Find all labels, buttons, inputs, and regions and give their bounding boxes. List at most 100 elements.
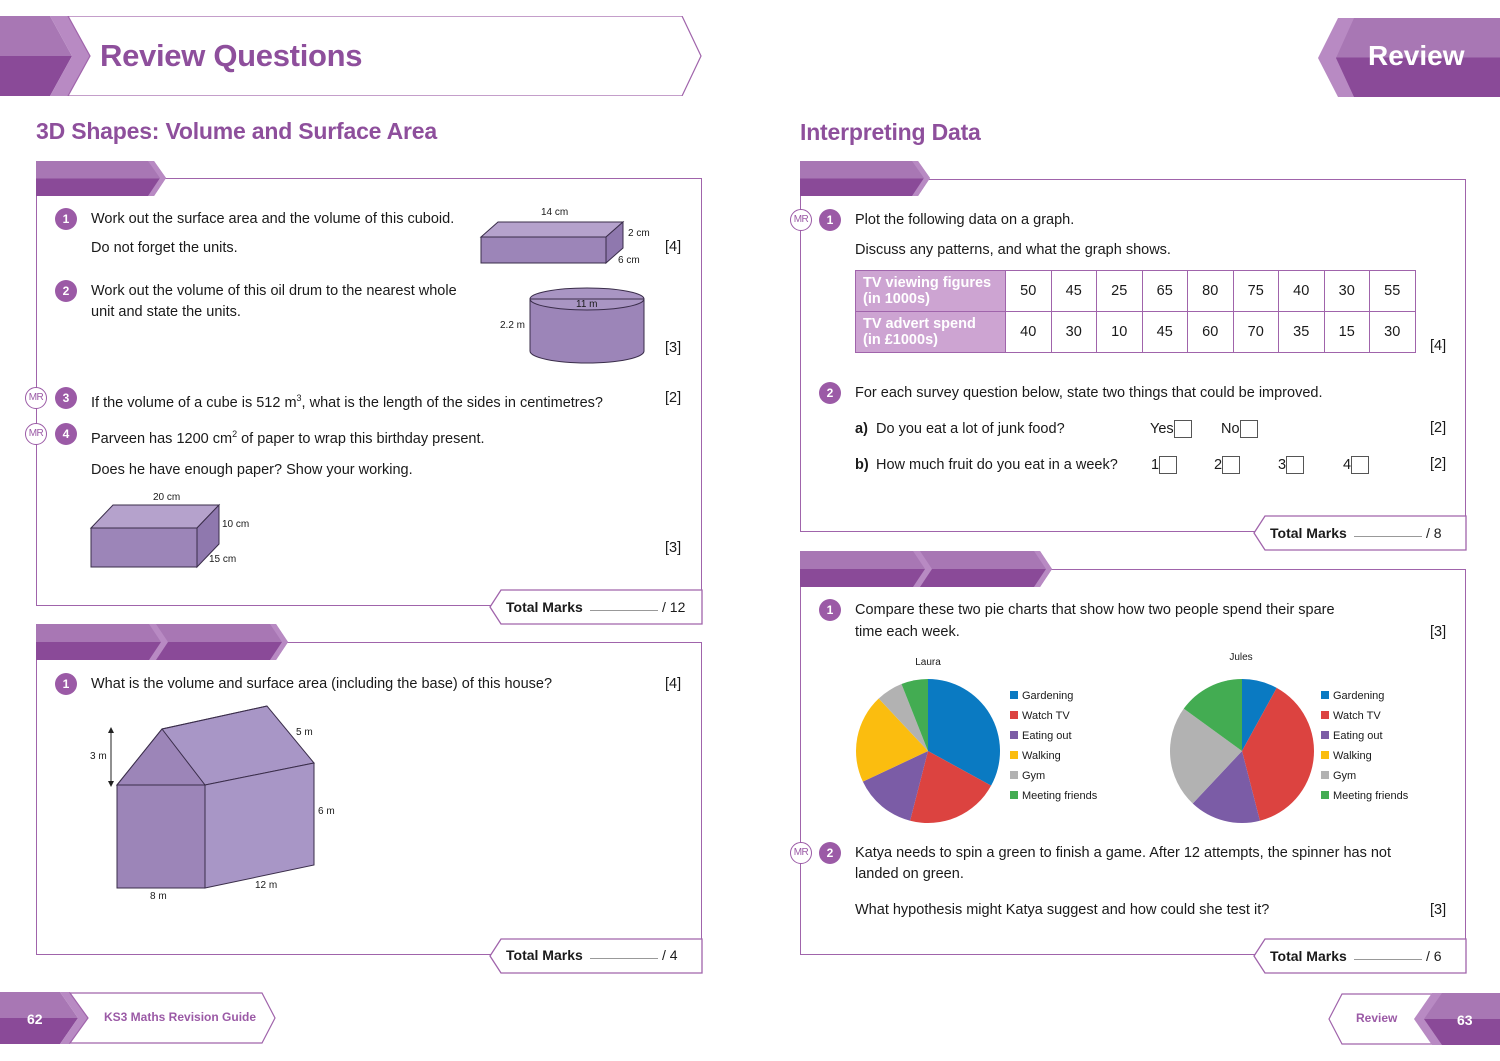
legend-item: Walking: [1321, 746, 1408, 766]
legend-label: Gym: [1333, 770, 1357, 782]
page-number: 63: [1457, 1012, 1473, 1028]
marks: [3]: [665, 540, 682, 556]
checkbox[interactable]: [1351, 456, 1370, 475]
total-marks-label: Total Marks: [1270, 525, 1347, 541]
legend-label: Watch TV: [1022, 710, 1070, 722]
question-text: For each survey question below, state tw…: [855, 385, 1323, 401]
legend-item: Gardening: [1010, 686, 1097, 706]
mr-badge: MR: [790, 842, 812, 864]
cuboid-figure: [479, 220, 625, 265]
legend-label: Gym: [1022, 770, 1046, 782]
total-marks-max: / 8: [1426, 525, 1442, 541]
legend-swatch: [1010, 791, 1018, 799]
footer-label: Review: [1356, 1011, 1398, 1025]
data-table: TV viewing figures (in 1000s) 50 45 25 65…: [855, 270, 1416, 353]
question-text: Compare these two pie charts that show h…: [855, 602, 1335, 618]
question-number: 4: [55, 423, 77, 445]
total-marks-label: Total Marks: [506, 599, 583, 615]
question-number: 1: [819, 599, 841, 621]
section-title-3d-shapes: 3D Shapes: Volume and Surface Area: [36, 118, 437, 144]
table-cell: 35: [1278, 311, 1325, 353]
pie-chart-laura: Laura Gardening Watch TV Eating out Walking…: [845, 650, 1125, 830]
option-label: 4: [1343, 457, 1352, 473]
checkbox-option: Yes: [1150, 419, 1192, 440]
legend-swatch: [1321, 771, 1329, 779]
legend: Gardening Watch TV Eating out Walking Gym Mee…: [1321, 686, 1408, 806]
table-row: TV viewing figures (in 1000s) 50 45 25 65…: [855, 270, 1416, 312]
book-title: KS3 Maths Revision Guide: [104, 1010, 257, 1024]
legend-label: Walking: [1022, 750, 1061, 762]
text: TV advert spend: [863, 316, 976, 332]
question-text: Work out the volume of this oil drum to …: [91, 283, 457, 299]
question-number: 1: [55, 673, 77, 695]
marks: [2]: [1430, 420, 1447, 436]
checkbox-option: 2: [1214, 455, 1241, 476]
total-marks-answer-line[interactable]: [1354, 959, 1422, 960]
total-marks-answer-line[interactable]: [590, 610, 658, 611]
option-label: 2: [1214, 457, 1223, 473]
marks: [3]: [1430, 902, 1447, 918]
table-cell: 40: [1278, 270, 1325, 312]
mr-badge: MR: [25, 423, 47, 445]
dimension-label: 15 cm: [209, 554, 237, 565]
legend-item: Watch TV: [1321, 706, 1408, 726]
total-marks-max: / 6: [1426, 948, 1442, 964]
text: If the volume of a cube is 512 m: [91, 394, 297, 411]
marks: [4]: [665, 239, 682, 255]
legend-swatch: [1010, 751, 1018, 759]
dimension-label: 6 cm: [618, 255, 640, 266]
legend-swatch: [1010, 771, 1018, 779]
question-number: 2: [819, 382, 841, 404]
legend-swatch: [1321, 731, 1329, 739]
total-marks-answer-line[interactable]: [590, 958, 658, 959]
checkbox[interactable]: [1159, 456, 1178, 475]
chart-title: Laura: [915, 657, 941, 668]
checkbox-option: 1: [1151, 455, 1178, 476]
legend: Gardening Watch TV Eating out Walking Gym Mee…: [1010, 686, 1097, 806]
legend-item: Gym: [1321, 766, 1408, 786]
checkbox[interactable]: [1222, 456, 1241, 475]
marks: [2]: [1430, 456, 1447, 472]
table-cell: 30: [1050, 311, 1097, 353]
question-text: unit and state the units.: [91, 304, 241, 320]
checkbox[interactable]: [1173, 420, 1192, 439]
row-header: TV viewing figures (in 1000s): [855, 270, 1006, 312]
legend-label: Walking: [1333, 750, 1372, 762]
question-text: Does he have enough paper? Show your wor…: [91, 462, 413, 478]
question-text: Work out the surface area and the volume…: [91, 211, 455, 227]
total-marks-answer-line[interactable]: [1354, 536, 1422, 537]
text: TV viewing figures: [863, 275, 992, 291]
legend-swatch: [1321, 751, 1329, 759]
option-label: No: [1221, 421, 1240, 437]
mr-badge: MR: [790, 209, 812, 231]
table-cell: 70: [1232, 311, 1279, 353]
footer-banner: [1328, 993, 1500, 1045]
checkbox[interactable]: [1239, 420, 1258, 439]
question-number: 3: [55, 387, 77, 409]
legend-label: Meeting friends: [1022, 790, 1098, 802]
option-label: 1: [1151, 457, 1160, 473]
legend-item: Meeting friends: [1010, 786, 1097, 806]
table-cell: 10: [1096, 311, 1143, 353]
question-number: 2: [819, 842, 841, 864]
total-marks-max: / 12: [662, 599, 686, 615]
dimension-label: 11 m: [576, 299, 598, 310]
cylinder-figure: [529, 287, 645, 364]
table-cell: 30: [1323, 270, 1370, 312]
dimension-label: 5 m: [296, 727, 313, 738]
table-cell: 50: [1005, 270, 1052, 312]
pie-svg: [856, 679, 1000, 823]
legend-item: Walking: [1010, 746, 1097, 766]
legend-item: Watch TV: [1010, 706, 1097, 726]
page-title: Review Questions: [100, 38, 363, 73]
legend-item: Eating out: [1010, 726, 1097, 746]
legend-label: Watch TV: [1333, 710, 1381, 722]
row-header: TV advert spend (in £1000s): [855, 311, 1006, 353]
checkbox[interactable]: [1286, 456, 1305, 475]
legend-swatch: [1010, 691, 1018, 699]
table-cell: 15: [1323, 311, 1370, 353]
dimension-label: 2 cm: [628, 228, 650, 239]
option-label: Yes: [1150, 421, 1174, 437]
section-tab: [800, 551, 1052, 587]
total-marks-max: / 4: [662, 947, 678, 963]
